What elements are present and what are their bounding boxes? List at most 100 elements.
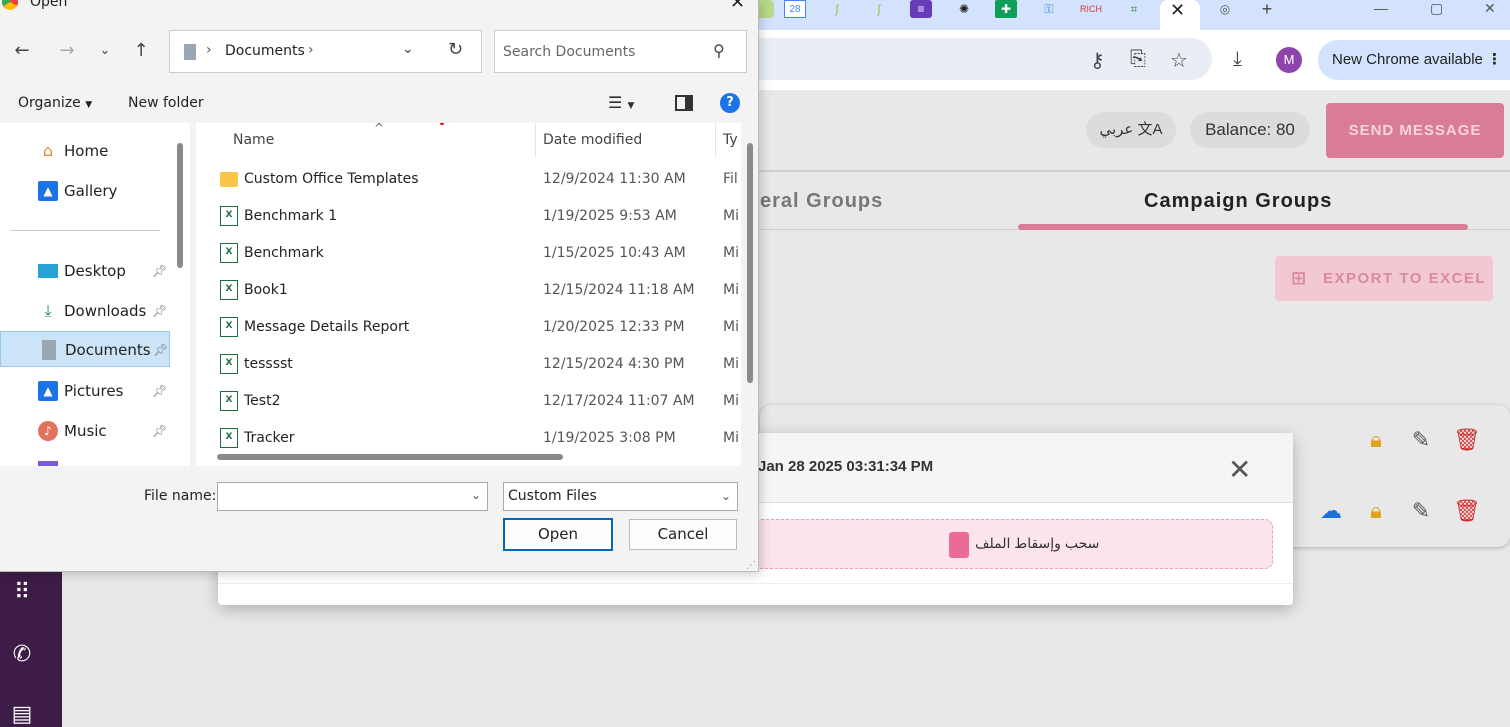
tab-favicon[interactable]: ʃ <box>826 0 848 18</box>
delete-icon[interactable]: 🗑︎ <box>1453 498 1481 524</box>
resize-grip-icon[interactable]: ⋰ <box>746 560 756 571</box>
sheets-tab-icon[interactable]: ✚ <box>995 0 1017 18</box>
pin-icon[interactable]: 📌︎ <box>153 332 168 368</box>
back-arrow-icon[interactable]: ← <box>10 40 34 61</box>
breadcrumb-chevron-icon[interactable]: › <box>206 42 212 58</box>
file-name-input[interactable] <box>222 487 462 506</box>
search-box[interactable]: ⚲ <box>494 30 747 73</box>
lock-icon[interactable]: 🔒︎ <box>1363 498 1389 524</box>
export-to-excel-button[interactable]: ⊞ EXPORT TO EXCEL <box>1275 256 1493 301</box>
breadcrumb-chevron-icon[interactable]: › <box>308 42 314 58</box>
maximize-icon[interactable]: ▢ <box>1430 0 1443 17</box>
password-key-icon[interactable]: ⚷ <box>1090 48 1105 73</box>
window-close-icon[interactable]: ✕ <box>1484 0 1496 17</box>
file-row[interactable]: X Test2 12/17/2024 11:07 AM Mi <box>196 383 741 420</box>
more-menu-icon[interactable]: ⋮ <box>1487 40 1502 80</box>
new-chrome-available-button[interactable]: New Chrome available ⋮ <box>1318 40 1510 80</box>
pin-icon[interactable]: 📌︎ <box>152 293 167 329</box>
tab-favicon[interactable]: RICH <box>1080 0 1102 18</box>
minimize-icon[interactable]: — <box>1374 0 1388 16</box>
cancel-button[interactable]: Cancel <box>629 519 737 550</box>
preview-pane-icon[interactable] <box>675 95 693 111</box>
recent-locations-chevron-icon[interactable]: ⌄ <box>93 43 117 58</box>
calendar-tab-icon[interactable]: 28 <box>784 0 806 18</box>
breadcrumb-documents[interactable]: Documents <box>225 43 305 59</box>
nav-item-documents[interactable]: Documents 📌︎ <box>0 331 170 367</box>
chevron-down-icon[interactable]: ⌄ <box>471 488 481 502</box>
forward-arrow-icon[interactable]: → <box>55 40 79 61</box>
close-tab-icon[interactable]: ✕ <box>1170 0 1185 21</box>
dialog-address-bar[interactable]: › Documents › ⌄ ↻ <box>169 30 482 73</box>
help-icon[interactable]: ? <box>720 93 740 113</box>
nav-item-downloads[interactable]: ⤓ Downloads 📌︎ <box>0 293 170 329</box>
edit-icon[interactable]: ✎ <box>1408 498 1434 524</box>
file-row[interactable]: X Benchmark 1 1/19/2025 9:53 AM Mi <box>196 198 741 235</box>
file-name-field[interactable]: ⌄ <box>217 482 488 511</box>
view-options-button[interactable]: ☰ ▼ <box>608 93 634 112</box>
new-folder-button[interactable]: New folder <box>128 95 204 111</box>
dialog-close-icon[interactable]: ✕ <box>730 0 745 13</box>
edit-icon[interactable]: ✎ <box>1408 427 1434 453</box>
horizontal-scrollbar[interactable] <box>217 454 563 460</box>
send-message-button[interactable]: SEND MESSAGE <box>1326 103 1504 158</box>
nav-item-home[interactable]: ⌂ Home <box>0 133 170 169</box>
column-divider[interactable] <box>715 123 716 157</box>
file-row[interactable]: X Tracker 1/19/2025 3:08 PM Mi <box>196 420 741 457</box>
lock-icon[interactable]: 🔒︎ <box>1363 427 1389 453</box>
export-label: EXPORT TO EXCEL <box>1323 270 1487 287</box>
file-date: 1/20/2025 12:33 PM <box>543 319 685 335</box>
forms-tab-icon[interactable]: ≡ <box>910 0 932 18</box>
openai-tab-icon[interactable]: ✺ <box>953 0 975 18</box>
profile-avatar[interactable]: M <box>1276 47 1302 73</box>
search-icon[interactable]: ⚲ <box>713 41 725 60</box>
file-row[interactable]: Custom Office Templates 12/9/2024 11:30 … <box>196 161 741 198</box>
refresh-icon[interactable]: ↻ <box>448 39 463 60</box>
up-arrow-icon[interactable]: ↑ <box>129 40 153 61</box>
pin-icon[interactable]: 📌︎ <box>152 373 167 409</box>
open-file-dialog: Open ✕ ← → ⌄ ↑ › Documents › ⌄ ↻ ⚲ Organ… <box>0 0 759 572</box>
pin-icon[interactable]: 📌︎ <box>152 413 167 449</box>
chrome-tab-icon[interactable]: ◎ <box>1214 0 1236 18</box>
clipboard-icon[interactable]: ▤ <box>10 702 34 726</box>
search-input[interactable] <box>503 41 703 63</box>
address-history-chevron-icon[interactable]: ⌄ <box>402 41 414 57</box>
delete-icon[interactable]: 🗑︎ <box>1453 427 1481 453</box>
downloads-icon[interactable]: ⤓ <box>1233 48 1242 71</box>
file-row[interactable]: X Benchmark 1/15/2025 10:43 AM Mi <box>196 235 741 272</box>
column-header-date-modified[interactable]: Date modified <box>543 132 642 148</box>
open-button[interactable]: Open <box>503 518 613 551</box>
file-row[interactable]: X Message Details Report 1/20/2025 12:33… <box>196 309 741 346</box>
organize-menu-button[interactable]: Organize ▼ <box>18 95 92 111</box>
key-tab-icon[interactable]: ⚿ <box>1038 0 1060 18</box>
pin-icon[interactable]: 📌︎ <box>152 253 167 289</box>
file-row[interactable]: X tesssst 12/15/2024 4:30 PM Mi <box>196 346 741 383</box>
new-tab-icon[interactable]: + <box>1256 0 1278 18</box>
column-header-name[interactable]: Name <box>233 132 274 148</box>
tab-general-groups[interactable]: eral Groups <box>760 190 883 213</box>
excel-icon: X <box>220 206 238 226</box>
column-divider[interactable] <box>535 123 536 157</box>
file-type-select[interactable]: Custom Files ⌄ <box>503 482 738 511</box>
file-type: Mi <box>723 282 739 298</box>
tab-favicon[interactable]: ʃ <box>868 0 890 18</box>
column-header-type[interactable]: Ty <box>723 132 738 148</box>
file-row[interactable]: X Book1 12/15/2024 11:18 AM Mi <box>196 272 741 309</box>
language-switch[interactable]: عربي 文A <box>1086 112 1176 148</box>
nav-item-music[interactable]: ♪ Music 📌︎ <box>0 413 170 449</box>
nav-item-pictures[interactable]: ▲ Pictures 📌︎ <box>0 373 170 409</box>
vertical-scrollbar[interactable] <box>747 143 753 383</box>
cloud-download-icon[interactable]: ☁ <box>1318 498 1344 524</box>
file-dropzone[interactable]: سحب وإسقاط الملف <box>708 519 1273 569</box>
nav-item-gallery[interactable]: ▲ Gallery <box>0 173 170 209</box>
tab-campaign-groups[interactable]: Campaign Groups <box>1144 190 1332 213</box>
phone-icon[interactable]: ✆ <box>10 642 34 666</box>
dialpad-icon[interactable]: ⠿ <box>10 580 34 604</box>
translate-icon[interactable]: ⎘ <box>1130 48 1146 71</box>
close-icon[interactable]: ✕ <box>1228 453 1251 486</box>
crop-tab-icon[interactable]: ⌗ <box>1123 0 1145 18</box>
nav-item-videos[interactable] <box>0 453 170 466</box>
nav-item-desktop[interactable]: Desktop 📌︎ <box>0 253 170 289</box>
nav-scrollbar[interactable] <box>177 143 183 268</box>
translate-icon: 文A <box>1137 121 1163 138</box>
bookmark-star-icon[interactable]: ☆ <box>1170 48 1188 73</box>
